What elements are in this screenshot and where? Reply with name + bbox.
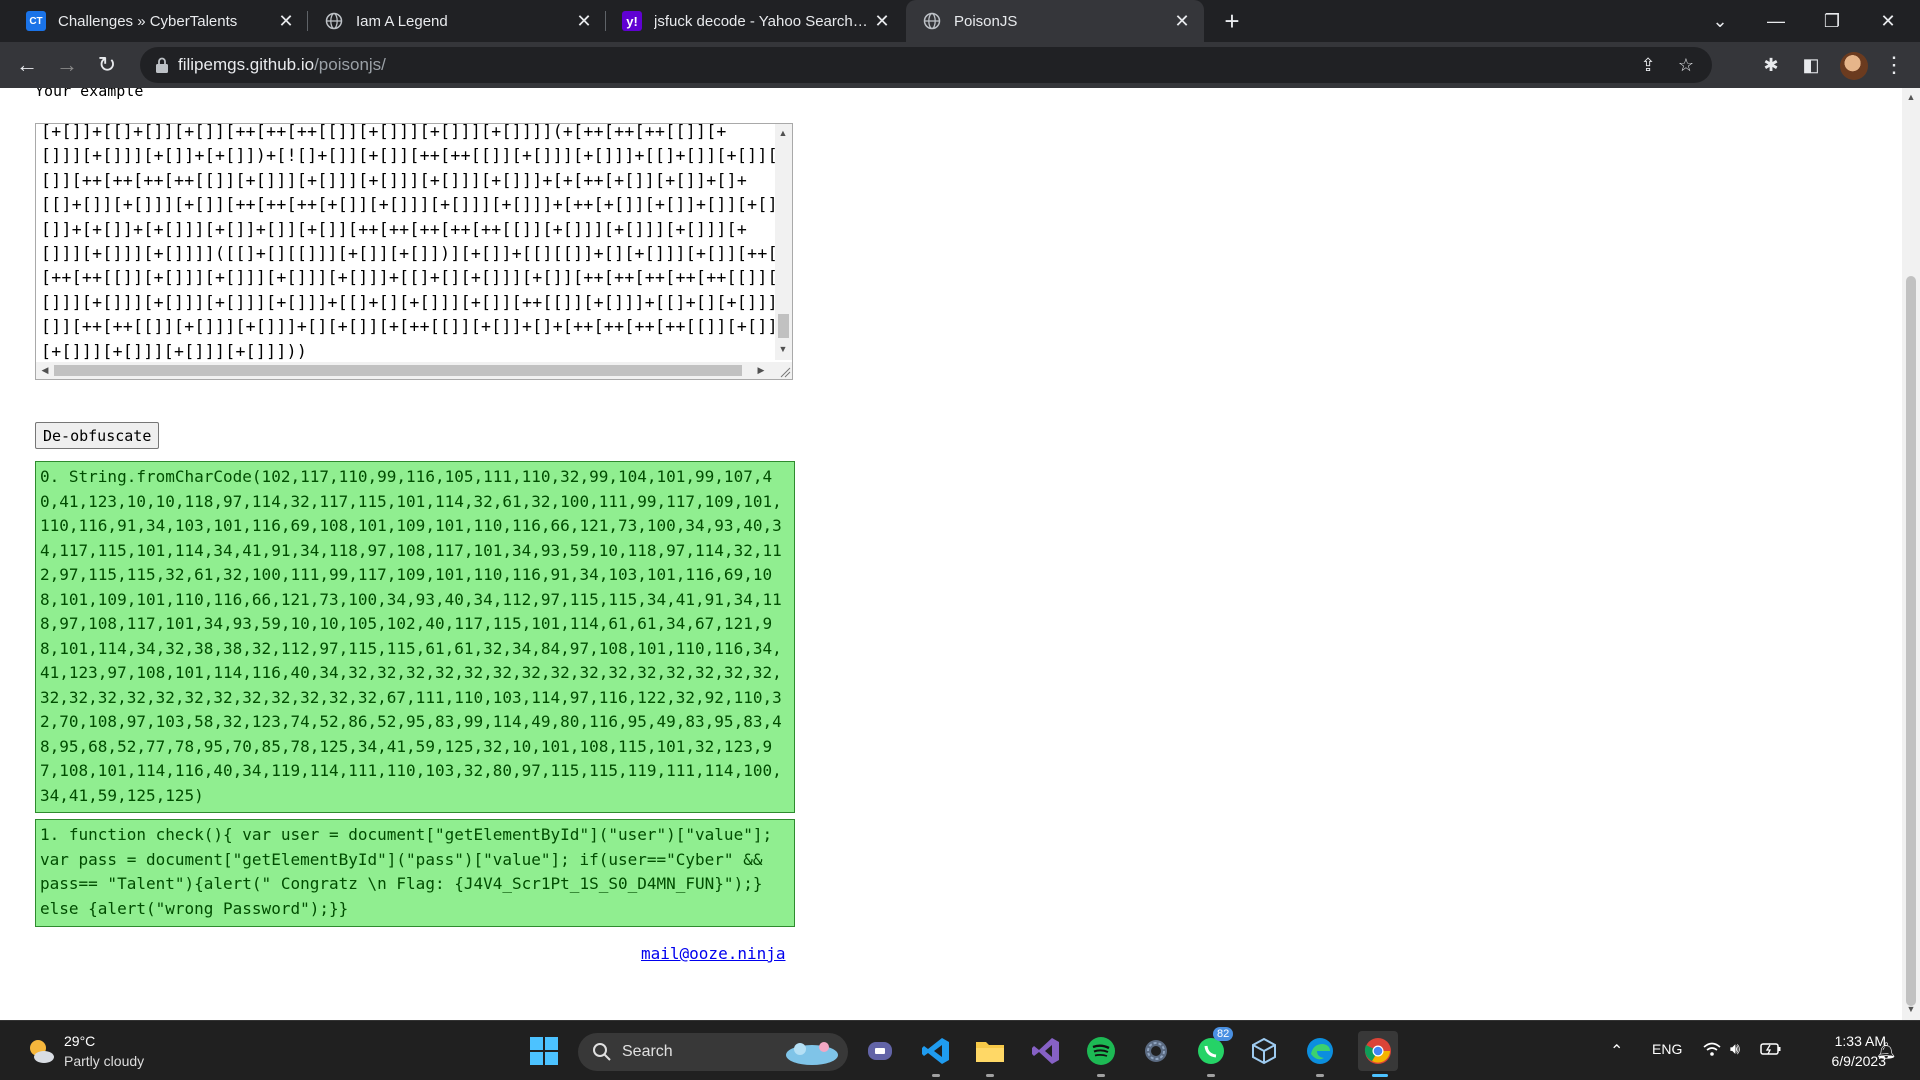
taskbar-search[interactable]: Search (578, 1033, 848, 1071)
teams-chat-icon[interactable] (862, 1033, 898, 1069)
result-output-1: 1. function check(){ var user = document… (35, 819, 795, 927)
file-explorer-icon[interactable] (972, 1033, 1008, 1069)
clock-date[interactable]: 6/9/2023 (1806, 1053, 1887, 1069)
tab-cybertalents[interactable]: CT Challenges » CyberTalents ✕ (10, 0, 308, 42)
back-icon[interactable]: ← (12, 50, 42, 80)
contact-email-link[interactable]: mail@ooze.ninja (641, 944, 786, 963)
minimize-icon[interactable]: — (1748, 0, 1804, 42)
url-text: filipemgs.github.io/poisonjs/ (178, 55, 386, 74)
show-hidden-icons[interactable]: ⌃ (1610, 1041, 1623, 1061)
scroll-up-icon[interactable]: ▲ (776, 126, 790, 140)
menu-icon[interactable]: ⋮ (1882, 50, 1906, 80)
chrome-icon[interactable] (1358, 1031, 1398, 1071)
tab-yahoo-search[interactable]: y! jsfuck decode - Yahoo Search Re ✕ (606, 0, 904, 42)
search-icon (593, 1043, 611, 1061)
tab-title: PoisonJS (954, 12, 1018, 30)
notification-badge: 82 (1213, 1027, 1234, 1041)
scroll-up-icon[interactable]: ▲ (1906, 92, 1916, 102)
scrollbar-thumb[interactable] (1906, 276, 1916, 1006)
yahoo-icon: y! (622, 11, 642, 31)
example-label: Your example (35, 88, 144, 100)
active-indicator (1372, 1074, 1388, 1077)
volume-icon[interactable]: 🔊︎ (1730, 1041, 1740, 1059)
close-tab-icon[interactable]: ✕ (570, 7, 598, 35)
weather-description[interactable]: Partly cloudy (64, 1053, 144, 1069)
battery-icon[interactable] (1760, 1041, 1782, 1057)
extensions-icon[interactable]: ✱ (1756, 50, 1786, 80)
tab-search-icon[interactable]: ⌄ (1692, 0, 1748, 42)
profile-avatar[interactable] (1840, 52, 1868, 80)
bookmark-star-icon[interactable]: ☆ (1672, 51, 1700, 79)
reload-icon[interactable]: ↻ (92, 50, 122, 80)
close-tab-icon[interactable]: ✕ (1168, 7, 1196, 35)
running-indicator (986, 1074, 994, 1077)
running-indicator (1097, 1074, 1105, 1077)
result-output-0: 0. String.fromCharCode(102,117,110,99,11… (35, 461, 795, 813)
settings-gear-icon[interactable] (1138, 1033, 1174, 1069)
3d-cube-app-icon[interactable] (1246, 1033, 1282, 1069)
tab-title: Challenges » CyberTalents (58, 12, 238, 30)
tab-title: jsfuck decode - Yahoo Search Re (654, 12, 868, 30)
close-window-icon[interactable]: ✕ (1860, 0, 1916, 42)
restore-icon[interactable]: ❐ (1804, 0, 1860, 42)
vscode-icon[interactable] (918, 1033, 954, 1069)
new-tab-button[interactable]: + (1218, 6, 1246, 36)
close-tab-icon[interactable]: ✕ (868, 7, 896, 35)
clock-time[interactable]: 1:33 AM (1806, 1033, 1886, 1049)
side-panel-icon[interactable]: ◧ (1796, 50, 1826, 80)
scroll-left-icon[interactable]: ◀ (38, 363, 52, 377)
visual-studio-icon[interactable] (1028, 1033, 1064, 1069)
spotify-icon[interactable] (1083, 1033, 1119, 1069)
weather-temperature[interactable]: 29°C (64, 1033, 95, 1049)
browser-toolbar: ← → ↻ filipemgs.github.io/poisonjs/ ⇪ ☆ … (0, 42, 1920, 88)
running-indicator (1207, 1074, 1215, 1077)
notification-bell-icon[interactable]: 🔔︎ (1876, 1041, 1896, 1061)
globe-icon (324, 11, 344, 31)
cybertalents-icon: CT (26, 11, 46, 31)
share-icon[interactable]: ⇪ (1634, 51, 1662, 79)
page-viewport: Your example [+[]]+[[]+[]][+[]][++[++[++… (0, 88, 1902, 1020)
running-indicator (932, 1074, 940, 1077)
edge-browser-icon[interactable] (1302, 1033, 1338, 1069)
partly-cloudy-icon[interactable] (26, 1036, 56, 1066)
code-textarea[interactable]: [+[]]+[[]+[]][+[]][++[++[++[[]][+[]]][+[… (35, 123, 793, 380)
globe-icon (922, 11, 942, 31)
language-indicator[interactable]: ENG (1652, 1041, 1682, 1057)
deobfuscate-button[interactable]: De-obfuscate (35, 422, 160, 449)
tab-iam-a-legend[interactable]: Iam A Legend ✕ (308, 0, 606, 42)
scroll-right-icon[interactable]: ▶ (754, 363, 768, 377)
lock-icon (156, 57, 168, 73)
whatsapp-icon[interactable]: 82 (1193, 1027, 1234, 1069)
wifi-icon[interactable] (1702, 1040, 1722, 1058)
windows-start-icon[interactable] (526, 1033, 562, 1069)
scroll-down-icon[interactable]: ▼ (1906, 1004, 1916, 1014)
resize-handle-icon[interactable] (775, 362, 792, 379)
running-indicator (1316, 1074, 1324, 1077)
textarea-vertical-scrollbar[interactable]: ▲ ▼ (775, 124, 792, 360)
code-text: [+[]]+[[]+[]][+[]][++[++[++[[]][+[]]][+[… (41, 123, 793, 361)
search-highlight-icon (786, 1042, 838, 1065)
tab-strip: CT Challenges » CyberTalents ✕ Iam A Leg… (0, 0, 1920, 42)
windows-taskbar: 29°C Partly cloudy Search 82 ⌃ ENG 🔊︎ 1:… (0, 1020, 1920, 1080)
page-scrollbar[interactable]: ▲ ▼ (1902, 88, 1920, 1020)
close-tab-icon[interactable]: ✕ (272, 7, 300, 35)
tab-title: Iam A Legend (356, 12, 448, 30)
address-bar[interactable]: filipemgs.github.io/poisonjs/ ⇪ ☆ (140, 47, 1712, 83)
tab-poisonjs[interactable]: PoisonJS ✕ (906, 0, 1204, 42)
search-label: Search (622, 1043, 673, 1060)
scroll-down-icon[interactable]: ▼ (776, 342, 790, 356)
forward-icon[interactable]: → (52, 50, 82, 80)
textarea-horizontal-scrollbar[interactable]: ◀ ▶ (36, 362, 776, 379)
